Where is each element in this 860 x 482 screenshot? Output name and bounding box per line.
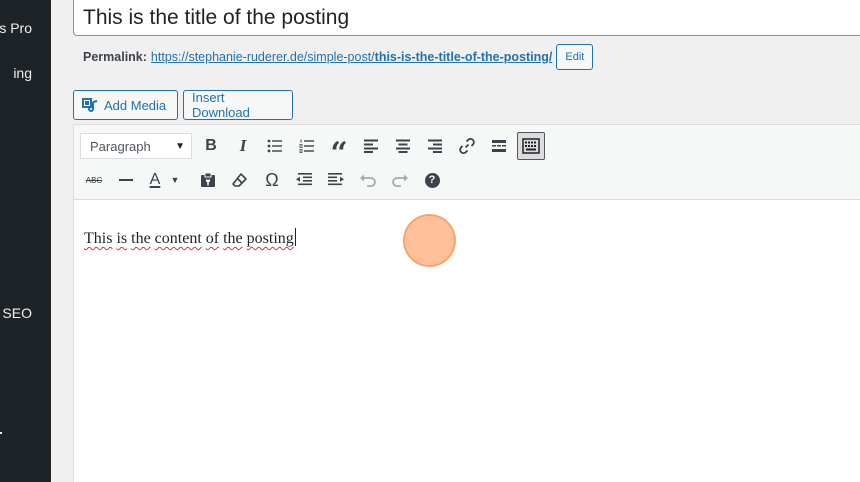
text-color-dropdown[interactable]: ▼ <box>168 166 182 194</box>
admin-sidebar: s Pro ing SEO <box>0 0 51 482</box>
insert-download-label: Insert Download <box>192 90 250 120</box>
horizontal-line-button[interactable] <box>112 166 140 194</box>
align-left-button[interactable] <box>357 132 385 160</box>
permalink-row: Permalink: https://stephanie-ruderer.de/… <box>83 44 594 70</box>
keyboard-shortcuts-icon: ? <box>424 172 440 188</box>
horizontal-line-icon <box>119 179 133 181</box>
clear-formatting-icon <box>232 173 247 187</box>
add-media-button[interactable]: Add Media <box>73 90 178 120</box>
align-center-button[interactable] <box>389 132 417 160</box>
bulleted-list-icon <box>267 139 282 153</box>
toolbar-toggle-button[interactable] <box>517 132 545 160</box>
content-word: content <box>154 230 202 247</box>
add-media-icon <box>82 97 98 113</box>
insert-link-button[interactable] <box>453 132 481 160</box>
text-color-button[interactable]: A <box>144 166 166 194</box>
redo-button[interactable] <box>386 166 414 194</box>
add-media-label: Add Media <box>104 97 167 113</box>
sidebar-item-pro[interactable]: s Pro <box>0 20 32 36</box>
wordpress-editor-screen: s Pro ing SEO This is the title of the p… <box>0 0 860 482</box>
italic-icon: I <box>239 136 247 155</box>
editor-toolbar: Paragraph ▼ B I “ ABC A ▼ Ω ? <box>74 125 860 200</box>
content-word: posting <box>246 230 294 247</box>
read-more-icon <box>492 140 506 152</box>
content-word: This <box>84 230 113 247</box>
keyboard-shortcuts-button[interactable]: ? <box>418 166 446 194</box>
special-character-icon: Ω <box>265 169 279 190</box>
bold-button[interactable]: B <box>197 132 225 160</box>
toolbar-toggle-icon <box>522 138 540 154</box>
strikethrough-icon: ABC <box>85 175 103 185</box>
increase-indent-button[interactable] <box>322 166 350 194</box>
text-cursor <box>294 228 296 246</box>
content-word: of <box>205 230 220 247</box>
sidebar-item-seo[interactable]: SEO <box>2 305 32 321</box>
text-color-icon: A <box>149 171 161 188</box>
bulleted-list-button[interactable] <box>261 132 289 160</box>
italic-button[interactable]: I <box>229 132 257 160</box>
permalink-url-slug: this-is-the-title-of-the-posting/ <box>374 50 553 64</box>
paragraph-format-select[interactable]: Paragraph ▼ <box>80 133 192 159</box>
chevron-down-icon: ▼ <box>175 141 185 152</box>
blockquote-icon: “ <box>330 136 348 171</box>
permalink-label: Permalink: <box>83 50 147 64</box>
edit-permalink-button[interactable]: Edit <box>556 44 594 70</box>
format-select-value: Paragraph <box>90 138 151 154</box>
strikethrough-button[interactable]: ABC <box>80 166 108 194</box>
editor-content-area[interactable]: This is the content of the posting <box>84 228 296 248</box>
insert-link-icon <box>459 138 475 154</box>
permalink-link[interactable]: https://stephanie-ruderer.de/simple-post… <box>151 50 552 64</box>
redo-icon <box>392 174 408 187</box>
content-editor: Paragraph ▼ B I “ ABC A ▼ Ω ? This is th… <box>73 124 860 482</box>
insert-download-button[interactable]: Insert Download <box>183 90 293 120</box>
undo-button[interactable] <box>354 166 382 194</box>
numbered-list-button[interactable] <box>293 132 321 160</box>
decrease-indent-button[interactable] <box>290 166 318 194</box>
content-word: is <box>116 230 128 247</box>
sidebar-item-ing[interactable]: ing <box>13 65 32 81</box>
chevron-down-icon: ▼ <box>170 175 180 185</box>
align-right-icon <box>428 139 442 153</box>
undo-icon <box>360 174 376 187</box>
numbered-list-icon <box>299 139 314 153</box>
content-word: the <box>131 230 151 247</box>
bold-icon: B <box>205 137 217 154</box>
special-character-button[interactable]: Ω <box>258 166 286 194</box>
click-indicator <box>403 214 456 267</box>
sidebar-item-marker <box>0 432 2 434</box>
decrease-indent-icon <box>296 173 312 186</box>
paste-as-text-button[interactable] <box>194 166 222 194</box>
increase-indent-icon <box>328 173 344 186</box>
align-right-button[interactable] <box>421 132 449 160</box>
post-title-input[interactable]: This is the title of the posting <box>73 0 860 36</box>
paste-as-text-icon <box>201 172 215 187</box>
read-more-button[interactable] <box>485 132 513 160</box>
blockquote-button[interactable]: “ <box>325 134 353 169</box>
align-center-icon <box>396 139 410 153</box>
align-left-icon <box>364 139 378 153</box>
clear-formatting-button[interactable] <box>226 166 254 194</box>
content-word: the <box>223 230 243 247</box>
permalink-url-base: https://stephanie-ruderer.de/simple-post… <box>150 50 375 64</box>
